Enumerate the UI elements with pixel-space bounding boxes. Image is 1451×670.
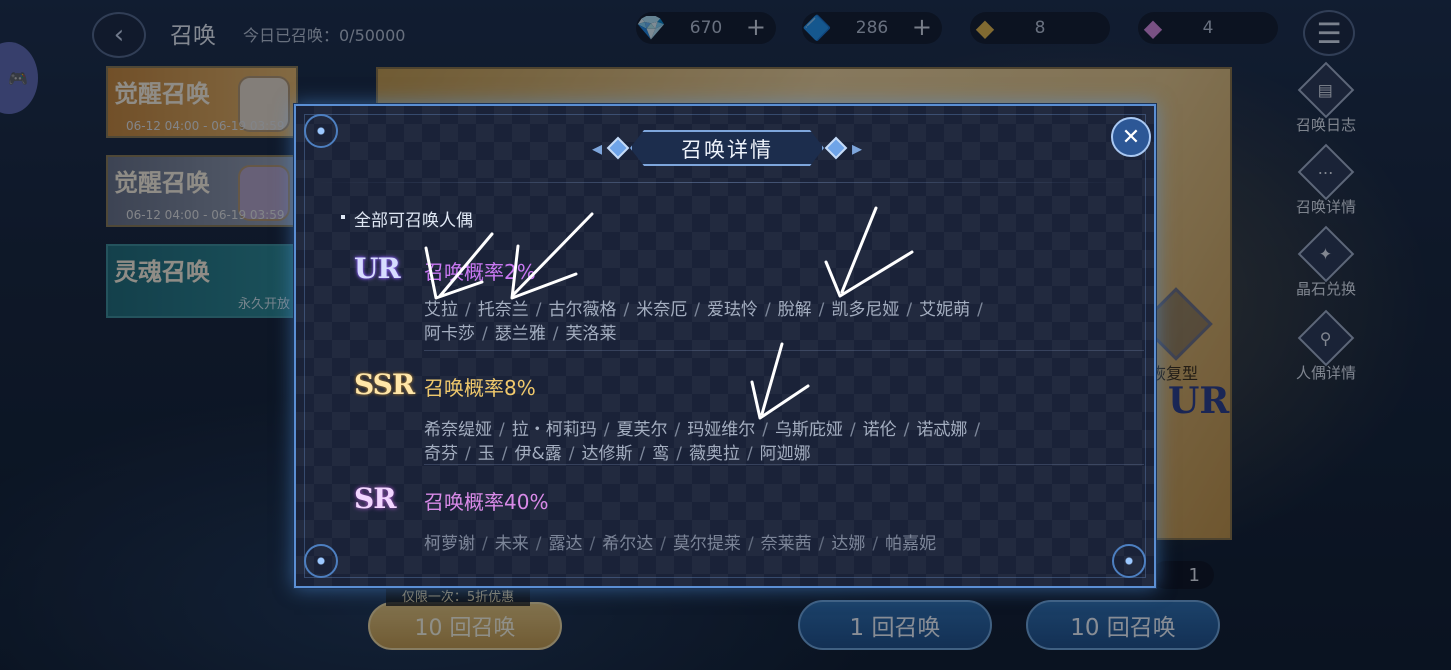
rarity-badge-ur: UR <box>354 252 401 285</box>
corner-ornament-icon <box>304 114 338 148</box>
character-name: 托奈兰 <box>477 300 529 320</box>
character-name: 达修斯 <box>581 444 633 464</box>
name-separator: / <box>762 420 768 440</box>
name-separator: / <box>872 534 879 554</box>
name-line: 希奈缇娅 / 拉・柯莉玛 / 夏芙尔 / 玛娅维尔 / 乌斯庇娅 / 诺伦 / 诺忒娜 / <box>424 418 1064 442</box>
name-separator: / <box>674 420 681 440</box>
name-line: 阿卡莎 / 瑟兰雅 / 芙洛莱 <box>424 322 1064 346</box>
character-name: 柯萝谢 <box>424 534 475 554</box>
rarity-badge-ssr: SSR <box>354 368 415 401</box>
name-separator: / <box>974 420 981 440</box>
name-separator: / <box>552 324 559 344</box>
name-separator: / <box>482 324 488 344</box>
name-separator: / <box>764 300 771 320</box>
name-line: 艾拉 / 托奈兰 / 古尔薇格 / 米奈厄 / 爱珐怜 / 脫解 / 凯多尼娅 / 艾妮萌 / <box>424 298 1064 322</box>
name-separator: / <box>639 444 646 464</box>
character-name: 露达 <box>548 534 583 554</box>
character-name: 艾拉 <box>424 300 458 320</box>
name-separator: / <box>501 444 508 464</box>
divider <box>424 464 1144 465</box>
character-name: 脫解 <box>777 300 812 320</box>
name-separator: / <box>535 300 542 320</box>
character-name: 夏芙尔 <box>616 420 668 440</box>
name-separator: / <box>465 300 471 320</box>
tier-names: 柯萝谢 / 未来 / 露达 / 希尔达 / 莫尔提莱 / 奈莱茜 / 达娜 / 帕嘉妮 <box>424 532 1064 556</box>
character-name: 乌斯庇娅 <box>774 420 843 440</box>
character-name: 瑟兰雅 <box>494 324 546 344</box>
character-name: 玛娅维尔 <box>687 420 756 440</box>
character-name: 奇芬 <box>424 444 458 464</box>
divider <box>316 182 1134 183</box>
name-separator: / <box>676 444 682 464</box>
character-name: 艾妮萌 <box>919 300 971 320</box>
name-separator: / <box>746 444 753 464</box>
name-line: 柯萝谢 / 未来 / 露达 / 希尔达 / 莫尔提莱 / 奈莱茜 / 达娜 / 帕嘉妮 <box>424 532 1064 556</box>
summon-details-modal: ◂ 召唤详情 ▸ ✕ 全部可召唤人偶 UR 召唤概率2% 艾拉 / 托奈兰 / 古尔薇格… <box>294 104 1156 588</box>
divider <box>424 350 1144 351</box>
name-separator: / <box>499 420 505 440</box>
rarity-badge-sr: SR <box>354 482 397 515</box>
name-separator: / <box>603 420 610 440</box>
character-name: 拉・柯莉玛 <box>511 420 597 440</box>
character-name: 玉 <box>477 444 495 464</box>
character-name: 伊&露 <box>514 444 562 464</box>
name-separator: / <box>849 420 856 440</box>
name-separator: / <box>660 534 666 554</box>
close-button[interactable]: ✕ <box>1111 117 1151 157</box>
name-separator: / <box>623 300 630 320</box>
tier-rate: 召唤概率8% <box>424 376 536 400</box>
character-name: 达娜 <box>831 534 866 554</box>
name-separator: / <box>589 534 596 554</box>
character-name: 米奈厄 <box>636 300 688 320</box>
tier-rate: 召唤概率2% <box>424 260 536 284</box>
tier-names: 希奈缇娅 / 拉・柯莉玛 / 夏芙尔 / 玛娅维尔 / 乌斯庇娅 / 诺伦 / 诺忒娜 / 奇芬 / 玉 / 伊&… <box>424 418 1064 466</box>
character-name: 爱珐怜 <box>706 300 758 320</box>
character-name: 古尔薇格 <box>548 300 617 320</box>
corner-ornament-icon <box>304 544 338 578</box>
corner-ornament-icon <box>1112 544 1146 578</box>
name-separator: / <box>818 300 825 320</box>
name-separator: / <box>568 444 575 464</box>
character-name: 奈莱茜 <box>760 534 812 554</box>
modal-title: 召唤详情 <box>681 138 773 162</box>
character-name: 诺忒娜 <box>916 420 968 440</box>
name-separator: / <box>694 300 700 320</box>
name-separator: / <box>747 534 754 554</box>
character-name: 希奈缇娅 <box>424 420 492 440</box>
character-name: 诺伦 <box>862 420 897 440</box>
name-separator: / <box>906 300 913 320</box>
modal-title-bar: ◂ 召唤详情 ▸ <box>592 128 862 168</box>
name-line: 奇芬 / 玉 / 伊&露 / 达修斯 / 鸾 / 薇奥拉 / 阿迦娜 <box>424 442 1064 466</box>
title-right-arrow-icon: ▸ <box>851 136 862 160</box>
character-name: 莫尔提莱 <box>672 534 741 554</box>
tier-rate: 召唤概率40% <box>424 490 549 514</box>
character-name: 阿迦娜 <box>759 444 811 464</box>
character-name: 凯多尼娅 <box>831 300 900 320</box>
tier-names: 艾拉 / 托奈兰 / 古尔薇格 / 米奈厄 / 爱珐怜 / 脫解 / 凯多尼娅 / 艾妮萌 / 阿卡莎 / 瑟兰雅… <box>424 298 1064 346</box>
name-separator: / <box>482 534 488 554</box>
character-name: 薇奥拉 <box>688 444 740 464</box>
character-name: 希尔达 <box>602 534 654 554</box>
character-name: 芙洛莱 <box>565 324 617 344</box>
section-heading: 全部可召唤人偶 <box>341 206 473 231</box>
name-separator: / <box>535 534 542 554</box>
name-separator: / <box>903 420 910 440</box>
character-name: 帕嘉妮 <box>885 534 937 554</box>
name-separator: / <box>818 534 825 554</box>
name-separator: / <box>977 300 983 320</box>
close-icon: ✕ <box>1121 124 1141 150</box>
character-name: 阿卡莎 <box>424 324 475 344</box>
character-name: 未来 <box>494 534 529 554</box>
character-name: 鸾 <box>652 444 670 464</box>
name-separator: / <box>465 444 471 464</box>
